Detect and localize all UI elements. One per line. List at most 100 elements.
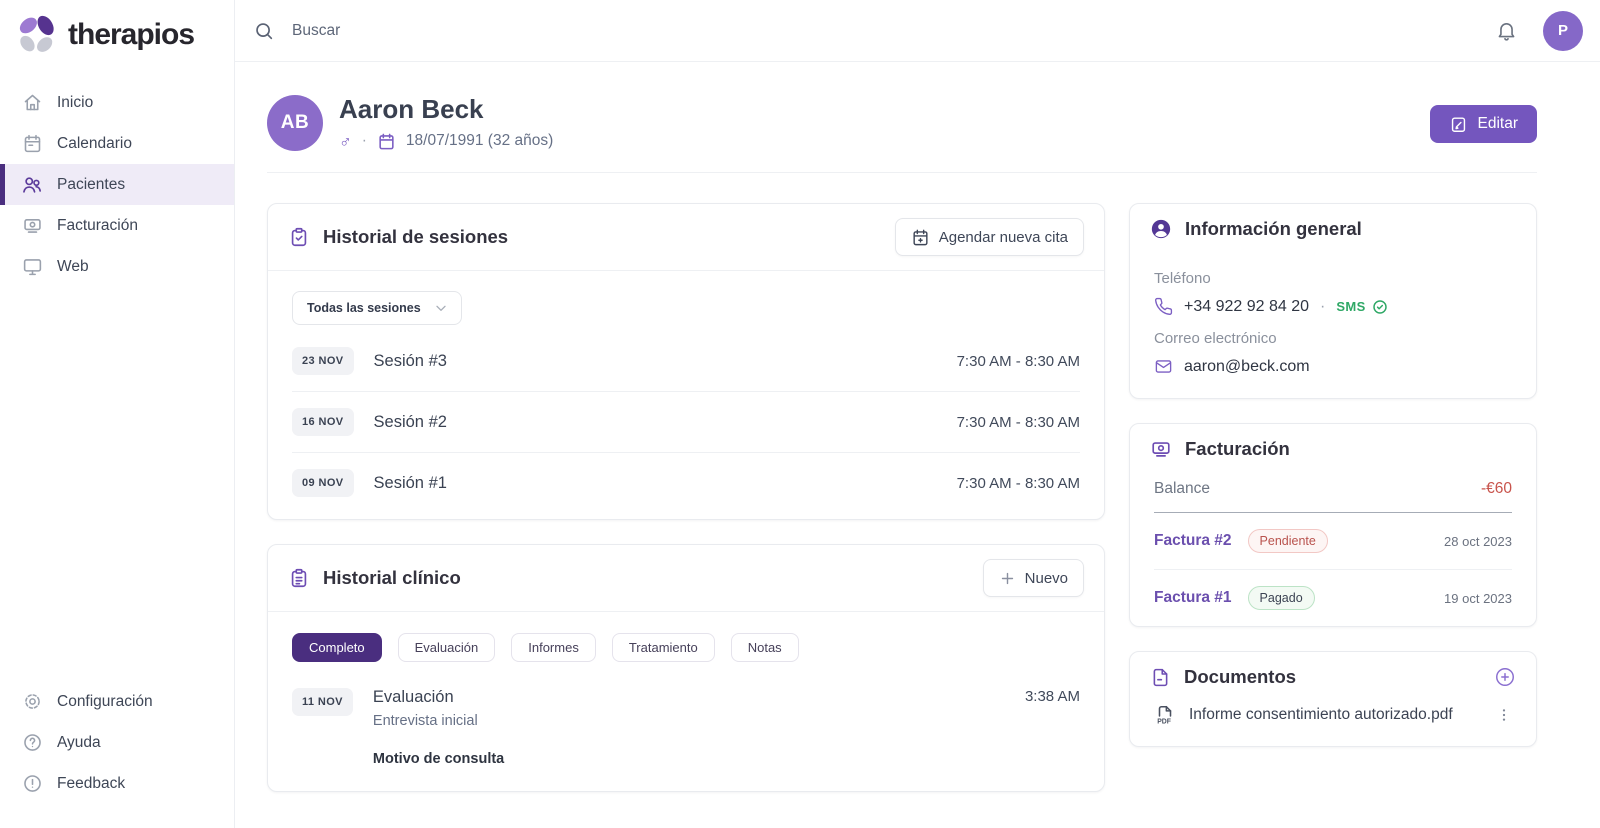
session-row[interactable]: 09 NOV Sesión #1 7:30 AM - 8:30 AM <box>292 452 1080 513</box>
session-date-badge: 16 NOV <box>292 408 354 436</box>
sidebar-item-ayuda[interactable]: Ayuda <box>0 722 234 763</box>
sidebar-item-label: Ayuda <box>57 734 101 752</box>
email-value[interactable]: aaron@beck.com <box>1184 358 1310 376</box>
app-title: therapios <box>68 18 194 52</box>
billing-title: Facturación <box>1185 438 1290 460</box>
monitor-icon <box>21 256 43 278</box>
session-title: Sesión #3 <box>374 352 447 371</box>
chip-completo[interactable]: Completo <box>292 633 382 662</box>
email-label: Correo electrónico <box>1154 330 1512 347</box>
sidebar: therapios Inicio Calendario Pacientes <box>0 0 235 828</box>
sidebar-item-configuracion[interactable]: Configuración <box>0 681 234 722</box>
phone-value[interactable]: +34 922 92 84 20 <box>1184 298 1309 316</box>
session-title: Sesión #1 <box>374 474 447 493</box>
balance-value: -€60 <box>1481 480 1512 498</box>
sidebar-item-web[interactable]: Web <box>0 246 234 287</box>
add-document-plus-circle-icon[interactable] <box>1494 666 1516 688</box>
billing-card: Facturación Balance -€60 Factura #2 Pend… <box>1129 423 1537 627</box>
content-columns: Historial de sesiones Agendar nueva cita <box>267 203 1537 792</box>
topbar-actions: P <box>1495 11 1583 51</box>
documents-card: Documentos PDF Informe consentimiento au… <box>1129 651 1537 747</box>
documents-title: Documentos <box>1184 666 1296 688</box>
topbar: P <box>235 0 1600 62</box>
document-menu-kebab-icon[interactable] <box>1492 702 1516 728</box>
chip-label: Evaluación <box>415 640 479 655</box>
session-date-badge: 09 NOV <box>292 469 354 497</box>
clinical-entry[interactable]: 11 NOV Evaluación Entrevista inicial Mot… <box>292 664 1080 791</box>
search-input[interactable] <box>290 21 770 41</box>
therapios-leaf-logo-icon <box>16 14 58 56</box>
balance-row: Balance -€60 <box>1130 474 1536 512</box>
sidebar-item-pacientes[interactable]: Pacientes <box>0 164 234 205</box>
sidebar-item-facturacion[interactable]: Facturación <box>0 205 234 246</box>
clinical-history-title: Historial clínico <box>323 567 461 589</box>
chip-notas[interactable]: Notas <box>731 633 799 662</box>
chip-label: Notas <box>748 640 782 655</box>
document-row[interactable]: PDF Informe consentimiento autorizado.pd… <box>1154 702 1516 728</box>
user-circle-icon <box>1150 218 1172 240</box>
sidebar-item-inicio[interactable]: Inicio <box>0 82 234 123</box>
edit-patient-button[interactable]: Editar <box>1430 105 1538 143</box>
new-record-label: Nuevo <box>1025 570 1068 587</box>
sidebar-item-calendario[interactable]: Calendario <box>0 123 234 164</box>
chip-informes[interactable]: Informes <box>511 633 596 662</box>
sidebar-footer-nav: Configuración Ayuda Feedback <box>0 681 234 828</box>
invoice-row: Factura #1 Pagado 19 oct 2023 <box>1154 569 1512 626</box>
sidebar-nav: Inicio Calendario Pacientes Facturación <box>0 82 234 287</box>
session-row[interactable]: 16 NOV Sesión #2 7:30 AM - 8:30 AM <box>292 391 1080 452</box>
pdf-file-icon: PDF <box>1154 704 1176 726</box>
patient-header: AB Aaron Beck ♂ · 18/07/1991 (32 años) <box>267 62 1537 173</box>
right-column: Información general Teléfono +34 922 92 … <box>1129 203 1537 747</box>
session-row[interactable]: 23 NOV Sesión #3 7:30 AM - 8:30 AM <box>292 331 1080 391</box>
app-logo: therapios <box>0 0 234 68</box>
app-window: therapios Inicio Calendario Pacientes <box>0 0 1600 828</box>
notifications-bell-icon[interactable] <box>1495 19 1518 42</box>
new-record-button[interactable]: Nuevo <box>983 559 1084 597</box>
chip-label: Tratamiento <box>629 640 698 655</box>
clipboard-check-icon <box>288 226 310 248</box>
chip-label: Informes <box>528 640 579 655</box>
patient-birthdate: 18/07/1991 (32 años) <box>406 132 553 150</box>
calendar-plus-icon <box>911 228 930 247</box>
page-content: AB Aaron Beck ♂ · 18/07/1991 (32 años) <box>235 62 1600 828</box>
user-avatar[interactable]: P <box>1543 11 1583 51</box>
left-column: Historial de sesiones Agendar nueva cita <box>267 203 1105 792</box>
session-filter-row: Todas las sesiones <box>268 271 1104 329</box>
plus-icon <box>999 570 1016 587</box>
general-info-header: Información general <box>1130 204 1536 254</box>
session-filter-dropdown[interactable]: Todas las sesiones <box>292 291 462 325</box>
user-avatar-initial: P <box>1558 22 1568 39</box>
invoice-link[interactable]: Factura #2 <box>1154 532 1232 550</box>
invoice-list: Factura #2 Pendiente 28 oct 2023 Factura… <box>1130 513 1536 626</box>
session-filter-value: Todas las sesiones <box>307 301 421 315</box>
session-list: 23 NOV Sesión #3 7:30 AM - 8:30 AM 16 NO… <box>268 329 1104 519</box>
meta-separator: · <box>362 132 367 150</box>
invoice-link[interactable]: Factura #1 <box>1154 589 1232 607</box>
edit-clipboard-icon <box>1449 115 1468 134</box>
email-row: aaron@beck.com <box>1154 357 1512 376</box>
chip-evaluacion[interactable]: Evaluación <box>398 633 496 662</box>
chip-tratamiento[interactable]: Tratamiento <box>612 633 715 662</box>
help-circle-icon <box>21 732 43 754</box>
invoice-row: Factura #2 Pendiente 28 oct 2023 <box>1154 513 1512 569</box>
sidebar-item-label: Calendario <box>57 135 132 153</box>
sidebar-item-feedback[interactable]: Feedback <box>0 763 234 804</box>
gear-icon <box>21 691 43 713</box>
patient-avatar: AB <box>267 95 323 151</box>
session-history-card: Historial de sesiones Agendar nueva cita <box>267 203 1105 520</box>
schedule-appointment-button[interactable]: Agendar nueva cita <box>895 218 1084 256</box>
session-history-header: Historial de sesiones Agendar nueva cita <box>268 204 1104 270</box>
edit-button-label: Editar <box>1478 115 1519 133</box>
entry-time: 3:38 AM <box>1025 688 1080 705</box>
document-icon <box>1150 667 1171 688</box>
billing-icon <box>1150 438 1172 460</box>
entry-main: Evaluación Entrevista inicial Motivo de … <box>373 688 504 767</box>
entry-title: Evaluación <box>373 688 504 707</box>
phone-label: Teléfono <box>1154 270 1512 287</box>
session-history-title: Historial de sesiones <box>323 226 508 248</box>
clipboard-text-icon <box>288 567 310 589</box>
search-icon <box>253 20 275 42</box>
session-time: 7:30 AM - 8:30 AM <box>957 475 1080 492</box>
document-name: Informe consentimiento autorizado.pdf <box>1189 706 1453 724</box>
sidebar-item-label: Configuración <box>57 693 153 711</box>
